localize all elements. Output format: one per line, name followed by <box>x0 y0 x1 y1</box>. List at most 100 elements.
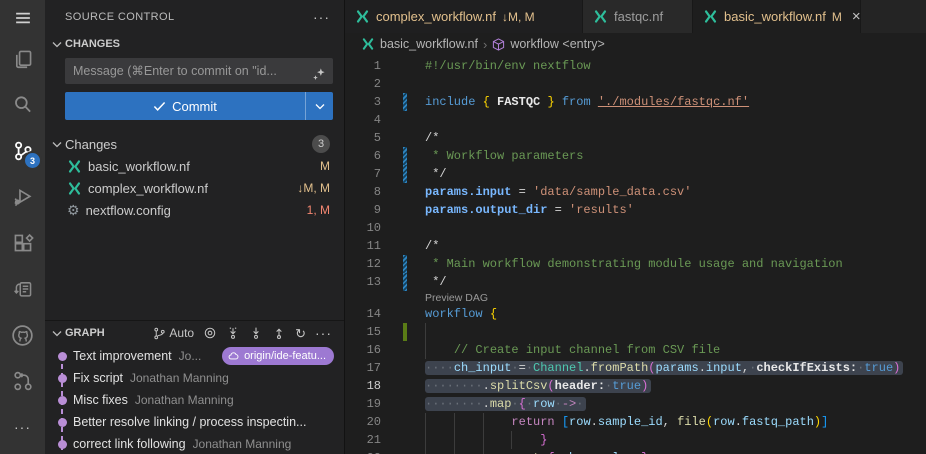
code-line-4[interactable]: 4 <box>345 111 926 129</box>
menu-icon[interactable] <box>0 0 45 36</box>
line-number: 20 <box>345 413 381 431</box>
code-line-13[interactable]: 13 */ <box>345 273 926 291</box>
git-status-badge: 1, M <box>307 203 330 217</box>
source-control-icon[interactable]: 3 <box>0 128 45 174</box>
sparkle-icon[interactable] <box>311 67 326 82</box>
extensions-icon[interactable] <box>0 220 45 266</box>
tab-git-status: M <box>832 10 842 24</box>
commit-row[interactable]: Text improvementJo...origin/ide-featu... <box>45 345 344 367</box>
code-line-8[interactable]: 8params.input = 'data/sample_data.csv' <box>345 183 926 201</box>
code-line-21[interactable]: 21 } <box>345 431 926 449</box>
tab-complex_workflow-nf[interactable]: complex_workflow.nf↓M, M <box>345 0 583 33</box>
changes-tree-header[interactable]: Changes 3 <box>45 133 344 155</box>
code-area[interactable]: 1#!/usr/bin/env nextflow23include { FAST… <box>345 55 926 454</box>
code-line-15[interactable]: 15 <box>345 323 926 341</box>
code-text: * Main workflow demonstrating module usa… <box>425 255 926 273</box>
line-number: 17 <box>345 359 381 377</box>
line-number: 2 <box>345 75 381 93</box>
sidebar-more-icon[interactable]: ··· <box>313 13 330 21</box>
commit-author: Jonathan Manning <box>130 371 334 385</box>
code-line-3[interactable]: 3include { FASTQC } from './modules/fast… <box>345 93 926 111</box>
commit-button-label: Commit <box>172 99 217 114</box>
indent-guide <box>425 323 426 341</box>
code-text: /* <box>425 129 926 147</box>
gutter <box>381 183 425 201</box>
breadcrumb[interactable]: basic_workflow.nf › workflow <entry> <box>345 33 926 55</box>
commit-row[interactable]: Fix scriptJonathan Manning <box>45 367 344 389</box>
git-graph-icon[interactable] <box>0 358 45 404</box>
code-line-6[interactable]: 6 * Workflow parameters <box>345 147 926 165</box>
code-line-17[interactable]: 17 ····ch_input·=·Channel.fromPath(params… <box>345 359 926 377</box>
nextflow-icon <box>593 9 608 24</box>
tab-close-icon[interactable]: × <box>852 11 861 23</box>
code-line-22[interactable]: 22 .set { ch_samples } <box>345 449 926 454</box>
code-line-2[interactable]: 2 <box>345 75 926 93</box>
change-file-row[interactable]: basic_workflow.nfM <box>45 155 344 177</box>
code-line-14[interactable]: 14workflow { <box>345 305 926 323</box>
breadcrumb-file[interactable]: basic_workflow.nf <box>380 37 478 51</box>
graph-more-icon[interactable]: ··· <box>315 329 332 337</box>
commit-dot-icon <box>58 418 67 427</box>
code-line-18[interactable]: 18········.splitCsv(header:·true) <box>345 377 926 395</box>
commit-author: Jonathan Manning <box>135 393 334 407</box>
nextflow-icon <box>67 159 82 174</box>
line-number: 21 <box>345 431 381 449</box>
chevron-down-icon <box>315 103 325 110</box>
code-text: } <box>425 431 926 449</box>
fetch-icon[interactable] <box>226 326 240 340</box>
pipelines-icon[interactable] <box>0 266 45 312</box>
source-control-sidebar: SOURCE CONTROL ··· CHANGES Commit Change… <box>45 0 345 454</box>
indent-guide <box>483 449 484 454</box>
code-line-11[interactable]: 11/* <box>345 237 926 255</box>
code-line-7[interactable]: 7 */ <box>345 165 926 183</box>
line-number: 6 <box>345 147 381 165</box>
breadcrumb-symbol[interactable]: workflow <entry> <box>510 37 604 51</box>
code-line-16[interactable]: 16 // Create input channel from CSV file <box>345 341 926 359</box>
graph-auto-branch-button[interactable]: Auto <box>153 326 194 340</box>
code-text <box>425 75 926 93</box>
commit-message-input[interactable] <box>65 58 333 84</box>
codelens-preview-dag[interactable]: Preview DAG <box>345 291 926 305</box>
push-icon[interactable] <box>272 326 286 340</box>
gutter <box>381 273 425 291</box>
code-line-5[interactable]: 5/* <box>345 129 926 147</box>
line-number: 11 <box>345 237 381 255</box>
explorer-icon[interactable] <box>0 36 45 82</box>
gutter <box>381 93 425 111</box>
code-line-1[interactable]: 1#!/usr/bin/env nextflow <box>345 57 926 75</box>
pull-icon[interactable] <box>249 326 263 340</box>
commit-dropdown-button[interactable] <box>305 92 333 120</box>
gutter <box>381 449 425 454</box>
code-line-19[interactable]: 19········.map·{·row·->· <box>345 395 926 413</box>
branch-ref-badge[interactable]: origin/ide-featu... <box>222 347 334 365</box>
change-file-row[interactable]: complex_workflow.nf↓M, M <box>45 177 344 199</box>
code-line-12[interactable]: 12 * Main workflow demonstrating module … <box>345 255 926 273</box>
nextflow-icon <box>703 9 718 24</box>
commit-row[interactable]: correct link followingJonathan Manning <box>45 433 344 454</box>
code-line-10[interactable]: 10 <box>345 219 926 237</box>
search-icon[interactable] <box>0 82 45 128</box>
symbol-module-icon <box>492 38 505 51</box>
tab-basic_workflow-nf[interactable]: basic_workflow.nfM× <box>693 0 861 33</box>
changes-section-header[interactable]: CHANGES <box>45 34 344 54</box>
commit-button[interactable]: Commit <box>65 92 333 120</box>
code-text: // Create input channel from CSV file <box>425 341 926 359</box>
run-debug-icon[interactable] <box>0 174 45 220</box>
code-line-20[interactable]: 20 return [row.sample_id, file(row.fastq… <box>345 413 926 431</box>
changes-count-badge: 3 <box>312 135 330 153</box>
modified-line-indicator <box>403 273 407 291</box>
refresh-icon[interactable]: ↻ <box>295 327 306 340</box>
code-line-9[interactable]: 9params.output_dir = 'results' <box>345 201 926 219</box>
tab-fastqc-nf[interactable]: fastqc.nf <box>583 0 693 33</box>
line-number: 16 <box>345 341 381 359</box>
file-name: nextflow.config <box>86 203 301 218</box>
target-icon[interactable] <box>203 326 217 340</box>
more-actions-icon[interactable]: ··· <box>0 404 45 450</box>
selection-highlight: ····ch_input·=·Channel.fromPath(params.i… <box>425 361 903 375</box>
graph-auto-label: Auto <box>169 326 194 340</box>
change-file-row[interactable]: ⚙nextflow.config1, M <box>45 199 344 221</box>
check-icon <box>153 101 166 112</box>
commit-row[interactable]: Better resolve linking / process inspect… <box>45 411 344 433</box>
commit-row[interactable]: Misc fixesJonathan Manning <box>45 389 344 411</box>
github-icon[interactable] <box>0 312 45 358</box>
